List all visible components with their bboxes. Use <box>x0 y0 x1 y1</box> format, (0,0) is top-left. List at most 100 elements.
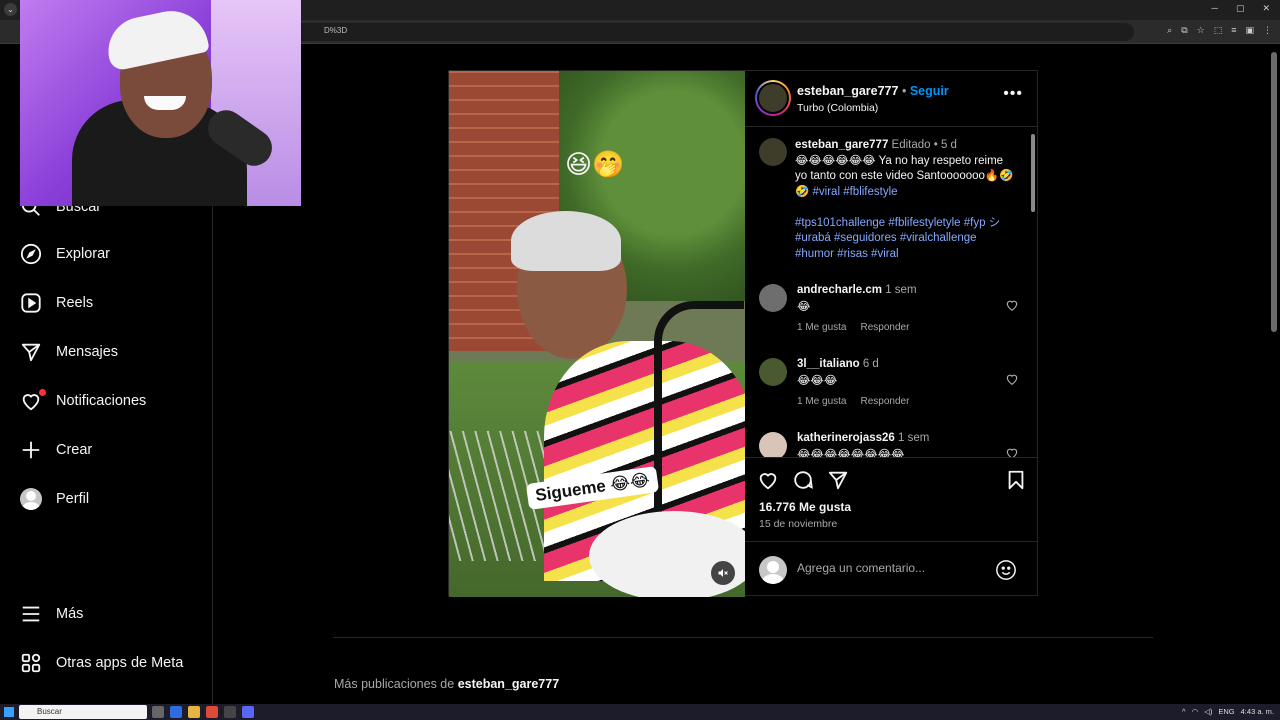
follow-button[interactable]: Seguir <box>910 84 949 98</box>
taskbar: Buscar ^ ◠ ◁) ENG 4:43 a. m. <box>0 704 1280 720</box>
comment-item: katherinerojass26 1 sem 😂😂😂😂😂😂😂😂 <box>759 432 1029 458</box>
discord-icon[interactable] <box>242 706 254 718</box>
comment-icon[interactable] <box>792 469 814 491</box>
comment-avatar[interactable] <box>759 284 787 312</box>
more-posts-username[interactable]: esteban_gare777 <box>458 677 559 691</box>
comment-likes[interactable]: 1 Me gusta <box>797 396 846 407</box>
minimize-icon[interactable]: ─ <box>1212 3 1218 14</box>
caption-avatar[interactable] <box>759 138 787 166</box>
window-controls: ─ ▢ ✕ <box>1212 3 1270 14</box>
add-comment-bar <box>745 541 1037 597</box>
bookmark-icon[interactable] <box>1005 469 1027 491</box>
comment-text: 😂😂😂😂😂😂😂😂 <box>797 449 905 458</box>
taskbar-search[interactable]: Buscar <box>19 705 147 719</box>
edge-icon[interactable] <box>170 706 182 718</box>
sidebar-item-mensajes[interactable]: Mensajes <box>20 339 118 365</box>
sidebar-item-explorar[interactable]: Explorar <box>20 241 110 267</box>
star-icon[interactable]: ☆ <box>1197 25 1205 36</box>
comments-list[interactable]: esteban_gare777 Editado • 5 d 😂😂😂😂😂😂 Ya … <box>745 128 1037 458</box>
sidebar-item-notificaciones[interactable]: Notificaciones <box>20 388 146 414</box>
sidebar-item-reels[interactable]: Reels <box>20 290 93 316</box>
comment-username[interactable]: katherinerojass26 <box>797 432 895 444</box>
browser-actions: ⌕ ⧉ ☆ ⬚ ≡ ▣ ⋮ <box>1167 25 1272 36</box>
obs-icon[interactable] <box>224 706 236 718</box>
comment-input[interactable] <box>797 561 987 575</box>
clock[interactable]: 4:43 a. m. <box>1241 707 1274 716</box>
comment-like-icon[interactable] <box>1005 446 1019 458</box>
mute-button[interactable] <box>711 561 735 585</box>
separator-dot: • <box>901 84 907 98</box>
sidebar-item-label: Crear <box>56 442 93 458</box>
post-location[interactable]: Turbo (Colombia) <box>797 102 878 114</box>
speaker-muted-icon <box>718 569 728 577</box>
extensions-icon[interactable]: ⬚ <box>1214 25 1223 36</box>
section-divider <box>333 637 1153 638</box>
post-header: esteban_gare777 • Seguir Turbo (Colombia… <box>745 71 1037 127</box>
author-avatar[interactable] <box>755 80 791 116</box>
windows-start-icon[interactable] <box>4 707 14 717</box>
cast-icon[interactable]: ⧉ <box>1181 25 1187 36</box>
folder-icon[interactable] <box>188 706 200 718</box>
emoji-icon[interactable] <box>995 559 1017 581</box>
avatar <box>20 488 42 510</box>
close-icon[interactable]: ✕ <box>1262 3 1270 14</box>
kebab-menu-icon[interactable]: ⋮ <box>1263 25 1272 36</box>
post-dialog: 😆🤭 Sigueme 😂😂 esteban_gare777 • Seguir T… <box>448 70 1038 597</box>
sidebar-item-label: Mensajes <box>56 344 119 360</box>
plus-icon <box>22 441 40 459</box>
comment-avatar[interactable] <box>759 358 787 386</box>
likes-count[interactable]: 16.776 Me gusta <box>759 500 851 514</box>
page-scrollbar[interactable] <box>1271 52 1277 332</box>
notification-dot <box>39 389 46 396</box>
sidebar-item-otras-apps[interactable]: Otras apps de Meta <box>20 650 183 676</box>
tab-menu-button[interactable]: ⌄ <box>4 3 17 16</box>
sidebar-item-label: Notificaciones <box>56 393 147 409</box>
menu-icon <box>22 606 40 622</box>
profile-icon[interactable]: ▣ <box>1245 25 1254 36</box>
url-text: D%3D <box>324 26 348 35</box>
more-options-icon[interactable]: ••• <box>1003 85 1023 103</box>
sidebar-item-perfil[interactable]: Perfil <box>20 486 89 512</box>
sidebar-item-crear[interactable]: Crear <box>20 437 92 463</box>
comment-time: 1 sem <box>898 432 930 444</box>
chrome-icon[interactable] <box>206 706 218 718</box>
post-actions <box>757 469 1027 493</box>
webcam-overlay <box>20 0 301 206</box>
zoom-icon[interactable]: ⌕ <box>1167 25 1172 36</box>
comment-username[interactable]: andrecharle.cm <box>797 284 882 296</box>
like-icon[interactable] <box>757 469 779 491</box>
comment-username[interactable]: 3l__italiano <box>797 358 860 370</box>
sidebar-item-label: Más <box>56 606 84 622</box>
task-view-icon[interactable] <box>152 706 164 718</box>
media-icon[interactable]: ≡ <box>1231 25 1236 36</box>
language-indicator[interactable]: ENG <box>1218 707 1234 716</box>
compass-icon <box>20 243 42 265</box>
comment-time: 1 sem <box>885 284 917 296</box>
volume-icon[interactable]: ◁) <box>1204 707 1212 716</box>
post-date: 15 de noviembre <box>759 518 838 530</box>
current-user-avatar <box>759 556 787 584</box>
author-username[interactable]: esteban_gare777 <box>797 84 898 98</box>
comment-avatar[interactable] <box>759 432 787 457</box>
send-icon <box>21 343 41 362</box>
post-video[interactable]: 😆🤭 Sigueme 😂😂 <box>449 71 745 597</box>
sidebar-item-mas[interactable]: Más <box>20 601 83 627</box>
caption-hashtags-2[interactable]: #tps101challenge #fblifestyletyle #fyp シ… <box>795 217 1000 260</box>
reels-icon <box>21 293 41 313</box>
sidebar-item-label: Perfil <box>56 491 90 507</box>
comment-text: 😂 <box>797 301 811 313</box>
comment-like-icon[interactable] <box>1005 298 1019 312</box>
comments-scrollbar[interactable] <box>1031 134 1035 212</box>
maximize-icon[interactable]: ▢ <box>1236 3 1245 14</box>
reply-button[interactable]: Responder <box>860 322 909 333</box>
tray-chevron-icon[interactable]: ^ <box>1182 707 1186 716</box>
wifi-icon[interactable]: ◠ <box>1192 707 1199 716</box>
comment-likes[interactable]: 1 Me gusta <box>797 322 846 333</box>
caption-username[interactable]: esteban_gare777 <box>795 139 888 151</box>
comment-time: 6 d <box>862 358 879 370</box>
comment-like-icon[interactable] <box>1005 372 1019 386</box>
share-icon[interactable] <box>827 469 849 491</box>
comment-item: andrecharle.cm 1 sem 😂 1 Me gusta Respon… <box>759 284 1029 344</box>
reply-button[interactable]: Responder <box>860 396 909 407</box>
caption-hashtags[interactable]: #viral #fblifestyle <box>813 186 898 198</box>
